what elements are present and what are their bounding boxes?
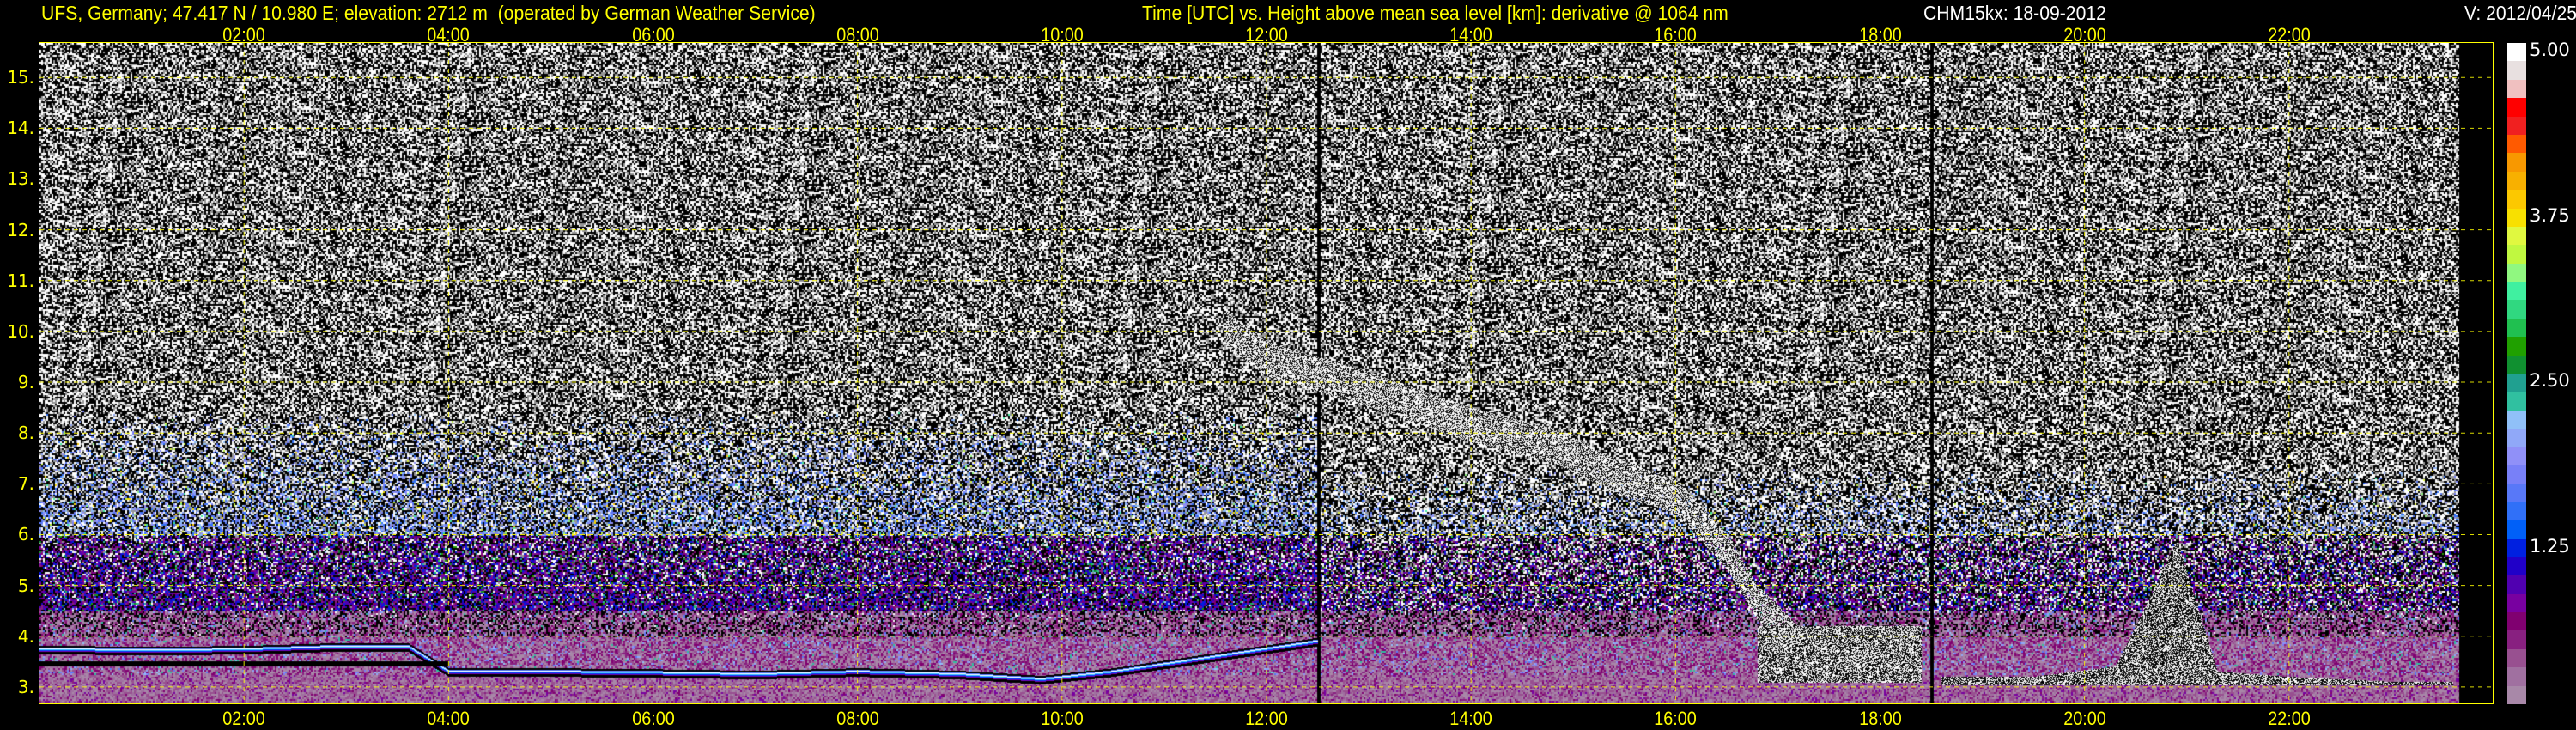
x-tick-label-bottom: 16:00 bbox=[1654, 708, 1698, 729]
y-tick-label: 4. bbox=[17, 625, 34, 647]
colorbar-bin bbox=[2507, 465, 2526, 484]
colorbar-bin bbox=[2507, 630, 2526, 650]
x-tick-label-top: 12:00 bbox=[1245, 24, 1288, 46]
y-tick-label: 7. bbox=[17, 473, 34, 495]
colorbar-bin bbox=[2507, 557, 2526, 576]
y-tick-label: 15. bbox=[7, 67, 34, 88]
colorbar-bin bbox=[2507, 282, 2526, 301]
colorbar-bin bbox=[2507, 43, 2526, 62]
x-tick-label-top: 14:00 bbox=[1449, 24, 1492, 46]
x-tick-label-top: 22:00 bbox=[2268, 24, 2311, 46]
x-tick-label-bottom: 02:00 bbox=[222, 708, 265, 729]
colorbar-bin bbox=[2507, 410, 2526, 429]
x-tick-label-bottom: 08:00 bbox=[835, 708, 879, 729]
colorbar-label: 2.50 bbox=[2530, 370, 2570, 391]
colorbar-bin bbox=[2507, 98, 2526, 118]
colorbar-bin bbox=[2507, 612, 2526, 631]
colorbar-bin bbox=[2507, 134, 2526, 154]
x-tick-label-bottom: 14:00 bbox=[1449, 708, 1492, 729]
version-label: V: 2012/04/25 bbox=[2464, 2, 2576, 24]
colorbar-label: 5.00 bbox=[2530, 40, 2570, 60]
y-tick-label: 10. bbox=[7, 320, 34, 342]
colorbar-bin bbox=[2507, 190, 2526, 209]
x-tick-label-top: 08:00 bbox=[835, 24, 879, 46]
y-tick-label: 14. bbox=[7, 118, 34, 139]
x-tick-label-top: 10:00 bbox=[1041, 24, 1084, 46]
y-tick-label: 11. bbox=[7, 270, 34, 291]
colorbar-bin bbox=[2507, 538, 2526, 558]
y-tick-label: 9. bbox=[17, 372, 34, 393]
colorbar-bin bbox=[2507, 593, 2526, 613]
y-tick-label: 12. bbox=[7, 219, 34, 240]
colorbar-bin bbox=[2507, 429, 2526, 448]
colorbar-bin bbox=[2507, 648, 2526, 668]
colorbar-bin bbox=[2507, 208, 2526, 228]
x-tick-label-bottom: 12:00 bbox=[1245, 708, 1288, 729]
x-tick-label-bottom: 04:00 bbox=[427, 708, 471, 729]
x-tick-label-bottom: 18:00 bbox=[1858, 708, 1902, 729]
colorbar-bin bbox=[2507, 685, 2526, 705]
backscatter-heatmap bbox=[39, 43, 2494, 704]
x-tick-label-top: 02:00 bbox=[222, 24, 265, 46]
x-tick-label-bottom: 10:00 bbox=[1041, 708, 1084, 729]
y-tick-label: 8. bbox=[17, 423, 34, 444]
colorbar-bin bbox=[2507, 374, 2526, 392]
colorbar-bin bbox=[2507, 667, 2526, 687]
y-tick-label: 6. bbox=[17, 524, 34, 545]
x-tick-label-top: 04:00 bbox=[427, 24, 471, 46]
x-tick-label-top: 18:00 bbox=[1858, 24, 1902, 46]
colorbar-bin bbox=[2507, 263, 2526, 283]
y-tick-label: 13. bbox=[7, 168, 34, 190]
x-tick-label-top: 06:00 bbox=[631, 24, 675, 46]
colorbar-bin bbox=[2507, 61, 2526, 81]
axes-title: Time [UTC] vs. Height above mean sea lev… bbox=[1142, 2, 1728, 24]
colorbar-bin bbox=[2507, 116, 2526, 136]
colorbar-bin bbox=[2507, 318, 2526, 338]
x-tick-label-bottom: 20:00 bbox=[2063, 708, 2106, 729]
colorbar-bin bbox=[2507, 300, 2526, 319]
y-tick-label: 5. bbox=[17, 575, 34, 596]
y-tick-label: 3. bbox=[17, 676, 34, 697]
colorbar-bin bbox=[2507, 171, 2526, 191]
colorbar-bin bbox=[2507, 392, 2526, 411]
colorbar-bin bbox=[2507, 502, 2526, 521]
colorbar-label: 1.25 bbox=[2530, 535, 2570, 557]
instrument-date: CHM15kx: 18-09-2012 bbox=[1923, 2, 2106, 24]
colorbar-bin bbox=[2507, 575, 2526, 595]
colorbar-bin bbox=[2507, 337, 2526, 356]
colorbar-bin bbox=[2507, 447, 2526, 466]
colorbar-bin bbox=[2507, 520, 2526, 539]
colorbar bbox=[2507, 43, 2526, 705]
x-tick-label-top: 16:00 bbox=[1654, 24, 1698, 46]
station-title: UFS, Germany; 47.417 N / 10.980 E; eleva… bbox=[41, 2, 816, 24]
colorbar-bin bbox=[2507, 153, 2526, 173]
colorbar-label: 3.75 bbox=[2530, 204, 2570, 226]
colorbar-bin bbox=[2507, 245, 2526, 265]
x-tick-label-top: 20:00 bbox=[2063, 24, 2106, 46]
x-tick-label-bottom: 22:00 bbox=[2268, 708, 2311, 729]
x-tick-label-bottom: 06:00 bbox=[631, 708, 675, 729]
colorbar-bin bbox=[2507, 484, 2526, 503]
colorbar-bin bbox=[2507, 226, 2526, 246]
colorbar-bin bbox=[2507, 355, 2526, 374]
colorbar-bin bbox=[2507, 79, 2526, 99]
